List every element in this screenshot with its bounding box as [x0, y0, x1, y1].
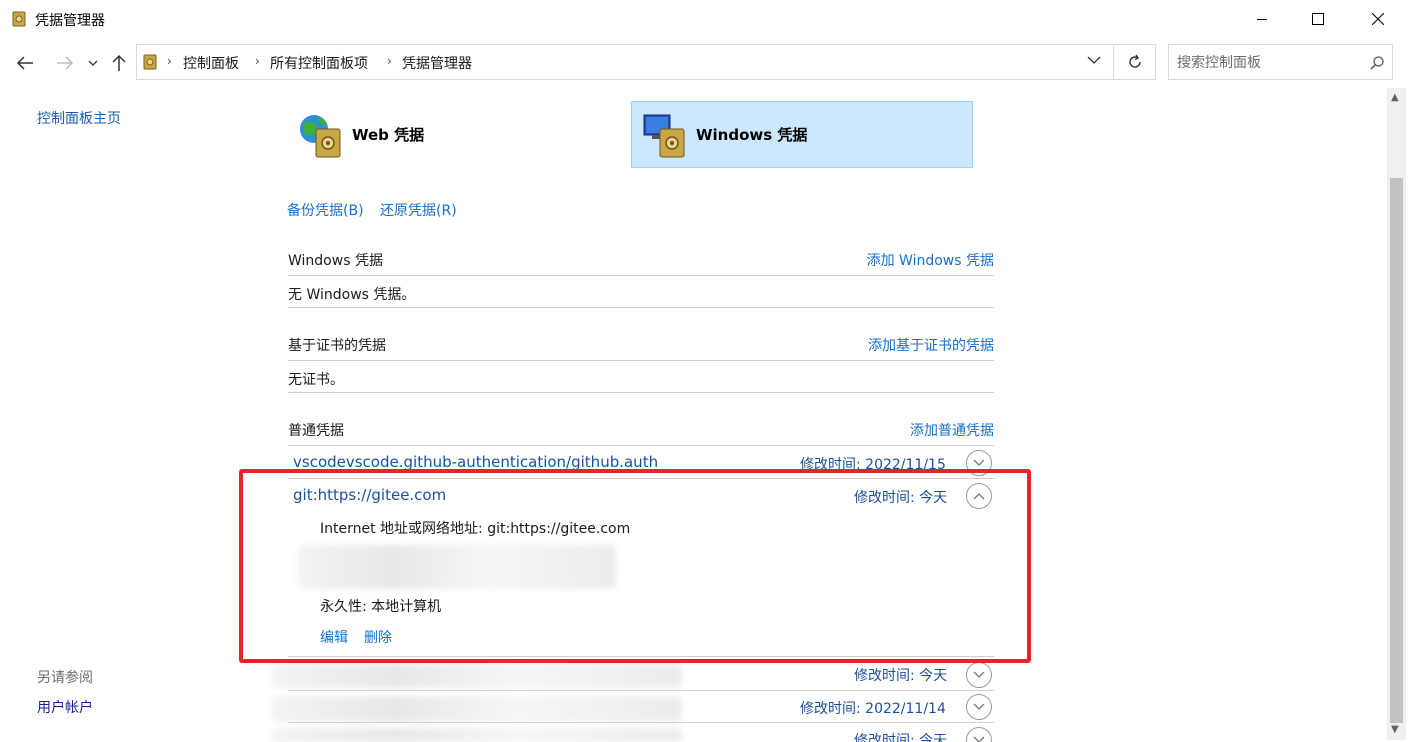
back-button[interactable]: [12, 50, 38, 76]
divider: [288, 392, 994, 393]
control-panel-home-link[interactable]: 控制面板主页: [37, 108, 121, 128]
minimize-icon: [1257, 19, 1267, 20]
maximize-icon: [1312, 13, 1324, 25]
arrow-right-icon: [57, 56, 74, 70]
close-button[interactable]: [1352, 0, 1404, 38]
address-bar[interactable]: › 控制面板 › 所有控制面板项 › 凭据管理器: [136, 44, 1114, 80]
scrollbar-thumb[interactable]: [1390, 178, 1403, 723]
redacted-credential-name: [272, 728, 682, 742]
chevron-down-icon: [973, 703, 985, 710]
chevron-down-icon[interactable]: [1087, 55, 1101, 65]
control-panel-icon: [143, 54, 157, 70]
add-generic-credential-link[interactable]: 添加普通凭据: [910, 420, 994, 440]
arrow-up-icon: [112, 54, 126, 71]
window-title: 凭据管理器: [35, 13, 105, 29]
chevron-right-icon: ›: [167, 54, 172, 68]
search-input[interactable]: [1177, 53, 1357, 73]
chevron-down-icon: [88, 60, 98, 66]
tab-web-credentials-label: Web 凭据: [352, 126, 425, 144]
add-windows-credential-link[interactable]: 添加 Windows 凭据: [867, 250, 994, 270]
search-box[interactable]: [1168, 44, 1393, 80]
user-accounts-link[interactable]: 用户帐户: [37, 697, 93, 717]
forward-button[interactable]: [52, 50, 78, 76]
divider: [288, 690, 994, 691]
breadcrumb-all-items[interactable]: 所有控制面板项: [270, 53, 368, 73]
divider: [288, 275, 994, 276]
restore-credentials-link[interactable]: 还原凭据(R): [380, 200, 457, 220]
minimize-button[interactable]: [1236, 0, 1288, 38]
certificate-credentials-empty: 无证书。: [288, 372, 344, 388]
recent-locations-button[interactable]: [86, 50, 100, 76]
search-icon[interactable]: [1369, 55, 1385, 71]
windows-credentials-heading: Windows 凭据: [288, 253, 383, 269]
backup-credentials-link[interactable]: 备份凭据(B): [287, 200, 364, 220]
web-credentials-icon: [300, 114, 341, 157]
scroll-up-icon[interactable]: ▲: [1391, 92, 1399, 103]
redacted-credential-name: [272, 696, 682, 722]
breadcrumb-control-panel[interactable]: 控制面板: [183, 53, 239, 73]
see-also-heading: 另请参阅: [37, 670, 93, 686]
divider: [288, 360, 994, 361]
credential-modified: 修改时间: 今天: [854, 668, 948, 684]
arrow-left-icon: [16, 56, 33, 70]
close-icon: [1372, 13, 1384, 25]
divider: [288, 445, 994, 446]
chevron-down-icon: [973, 671, 985, 678]
tab-windows-credentials-label: Windows 凭据: [696, 126, 808, 144]
certificate-credentials-heading: 基于证书的凭据: [288, 338, 386, 354]
tab-web-credentials[interactable]: Web 凭据: [288, 101, 588, 168]
credential-modified: 修改时间: 今天: [854, 733, 948, 742]
chevron-down-icon: [973, 459, 985, 466]
expand-button[interactable]: [966, 694, 992, 720]
expand-button[interactable]: [966, 727, 992, 742]
generic-credentials-heading: 普通凭据: [288, 423, 344, 439]
credential-modified: 修改时间: 2022/11/14: [800, 701, 946, 717]
refresh-button[interactable]: [1114, 44, 1156, 80]
chevron-right-icon: ›: [387, 54, 392, 68]
chevron-right-icon: ›: [255, 54, 260, 68]
divider: [288, 722, 994, 723]
windows-credentials-icon: [643, 114, 685, 157]
up-button[interactable]: [108, 50, 130, 76]
tab-windows-credentials[interactable]: Windows 凭据: [631, 101, 973, 168]
maximize-button[interactable]: [1292, 0, 1344, 38]
refresh-icon: [1128, 54, 1141, 68]
windows-credentials-empty: 无 Windows 凭据。: [288, 287, 416, 303]
redacted-credential-name: [272, 664, 682, 688]
highlight-box: [239, 469, 1031, 663]
add-certificate-credential-link[interactable]: 添加基于证书的凭据: [868, 335, 994, 355]
vertical-scrollbar[interactable]: ▲ ▼: [1387, 88, 1406, 740]
breadcrumb-credential-manager[interactable]: 凭据管理器: [402, 53, 472, 73]
expand-button[interactable]: [966, 662, 992, 688]
credential-manager-icon: [12, 11, 26, 27]
divider: [288, 307, 994, 308]
title-bar: 凭据管理器: [0, 0, 1408, 38]
scroll-down-icon[interactable]: ▼: [1391, 724, 1399, 735]
chevron-down-icon: [973, 736, 985, 742]
